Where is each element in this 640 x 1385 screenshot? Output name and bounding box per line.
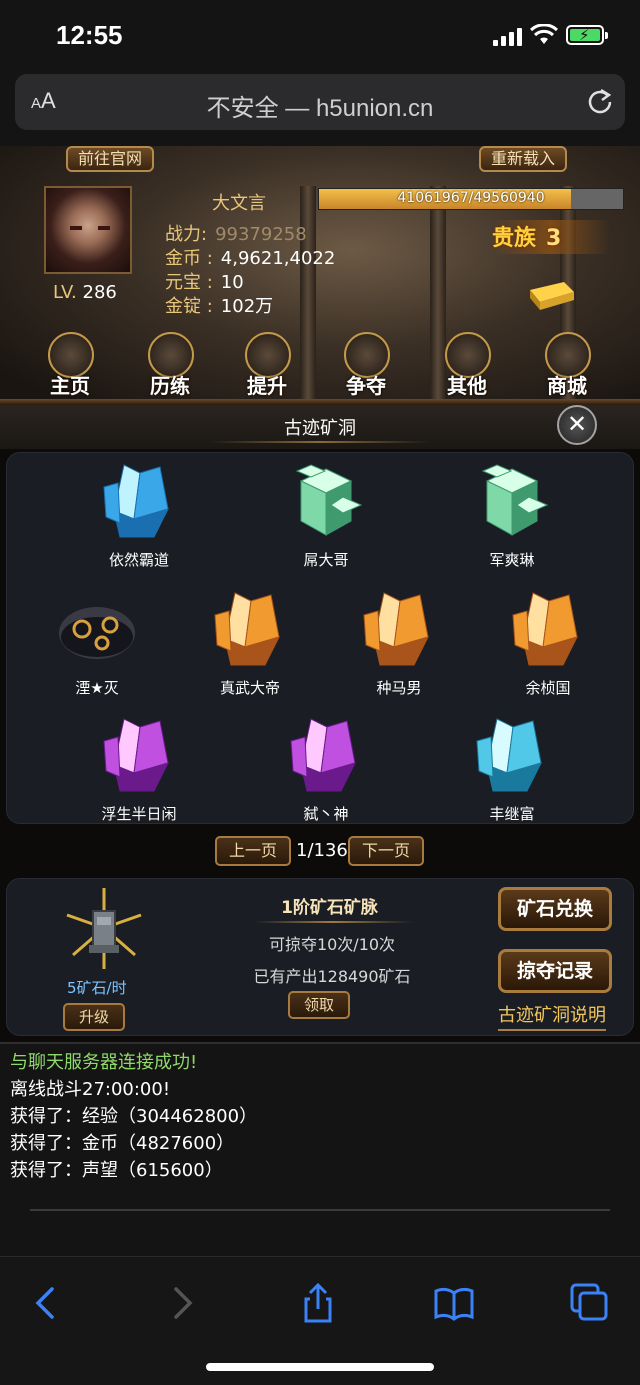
mine-owner-name: 屌大哥	[303, 551, 349, 569]
amber-icon	[363, 592, 429, 666]
mine-help-link[interactable]: 古迹矿洞说明	[498, 1001, 606, 1031]
chat-line: 获得了：经验（304462800）	[10, 1106, 258, 1127]
tabs-icon[interactable]	[568, 1281, 612, 1325]
official-site-button[interactable]: 前往官网	[66, 146, 155, 172]
mine-slot[interactable]: 军爽琳	[452, 457, 572, 570]
mine-owner-name: 丰继富	[489, 805, 535, 823]
close-icon: ✕	[566, 410, 588, 438]
yuanbao-stat: 元宝 :10	[165, 272, 244, 293]
mine-slot[interactable]: 种马男	[339, 585, 459, 698]
purple-icon	[103, 718, 169, 792]
noble-rank-badge[interactable]: 贵族 3	[492, 220, 610, 254]
mine-tower-icon	[66, 888, 142, 969]
pager: 上一页 1/136 下一页	[0, 836, 640, 868]
power-stat: 战力: 99379258	[165, 224, 307, 245]
nav-shop[interactable]: 商城	[535, 332, 599, 398]
nav-training[interactable]: 历练	[138, 332, 202, 398]
panel-title: 古迹矿洞	[284, 418, 356, 439]
share-icon[interactable]	[296, 1281, 340, 1325]
panel-header: 古迹矿洞	[0, 405, 640, 449]
nav-other[interactable]: 其他	[435, 332, 499, 398]
mine-slot[interactable]: 浮生半日闲	[79, 711, 199, 824]
mine-owner-name: 军爽琳	[489, 551, 535, 569]
mine-grid: 依然霸道 屌大哥 军爽琳 湮★灭 真武大帝 种马男 余桢国 浮生半日闲 弑丶神 …	[6, 452, 634, 824]
cyan-icon	[476, 718, 542, 792]
chat-log: 与聊天服务器连接成功! 离线战斗27:00:00! 获得了：经验（3044628…	[0, 1042, 640, 1256]
gold-stat: 金币 :4,9621,4022	[165, 248, 336, 269]
back-icon[interactable]	[24, 1281, 68, 1325]
url-text: 不安全 — h5union.cn	[206, 95, 434, 122]
home-indicator	[206, 1363, 434, 1371]
mine-slot[interactable]: 屌大哥	[266, 457, 386, 570]
mine-owner-name: 弑丶神	[303, 805, 349, 823]
gold-ingot-icon[interactable]	[522, 276, 576, 312]
ingot-stat: 金锭 :102万	[165, 296, 274, 317]
exp-bar: 41061967/49560940	[318, 188, 624, 210]
wifi-icon	[530, 24, 558, 44]
reload-icon[interactable]	[586, 87, 614, 115]
mine-slot[interactable]: 余桢国	[488, 585, 608, 698]
status-time: 12:55	[56, 20, 123, 50]
mine-slot[interactable]: 依然霸道	[79, 457, 199, 570]
mine-owner-name: 真武大帝	[219, 679, 280, 697]
claim-button[interactable]: 领取	[288, 991, 351, 1019]
upgrade-button[interactable]: 升级	[63, 1003, 126, 1031]
mine-rate: 5矿石/时	[67, 979, 127, 997]
mine-owner-name: 余桢国	[525, 679, 571, 697]
amber-icon	[512, 592, 578, 666]
exp-text: 41061967/49560940	[397, 190, 545, 206]
my-mine-panel: 5矿石/时 升级 1阶矿石矿脉 可掠夺10次/10次 已有产出128490矿石 …	[6, 878, 634, 1036]
jade-cube-icon	[295, 464, 363, 536]
chat-line: 离线战斗27:00:00!	[10, 1079, 171, 1100]
player-level: LV. 286	[53, 282, 117, 303]
mine-slot[interactable]: 弑丶神	[266, 711, 386, 824]
page-number: 1/136	[296, 840, 348, 861]
forward-icon[interactable]	[160, 1281, 204, 1325]
mine-owner-name: 种马男	[376, 679, 422, 697]
ore-exchange-button[interactable]: 矿石兑换	[498, 887, 612, 931]
battery-icon: ⚡	[566, 25, 608, 45]
mine-slot[interactable]: 丰继富	[452, 711, 572, 824]
game-view: 前往官网 重新载入 LV. 286 大文言 41061967/49560940 …	[0, 146, 640, 1256]
jade-cube-icon	[481, 464, 549, 536]
dark-ore-icon	[59, 607, 135, 659]
produced-ore: 已有产出128490矿石	[253, 967, 411, 986]
close-button[interactable]: ✕	[557, 405, 597, 445]
nav-home[interactable]: 主页	[38, 332, 102, 398]
mine-owner-name: 依然霸道	[108, 551, 169, 569]
blue-crystal-icon	[103, 464, 169, 538]
chat-line: 获得了：声望（615600）	[10, 1160, 223, 1181]
bookmarks-icon[interactable]	[432, 1281, 476, 1325]
next-page-button[interactable]: 下一页	[348, 836, 425, 866]
plunder-records-button[interactable]: 掠夺记录	[498, 949, 612, 993]
chat-line: 获得了：金币（4827600）	[10, 1133, 235, 1154]
cellular-signal-icon	[493, 28, 523, 46]
nav-contest[interactable]: 争夺	[334, 332, 398, 398]
player-name: 大文言	[212, 193, 266, 214]
mine-slot[interactable]: 真武大帝	[190, 585, 310, 698]
main-nav: 主页 历练 提升 争夺 其他 商城	[0, 332, 640, 398]
nav-upgrade[interactable]: 提升	[235, 332, 299, 398]
chat-line: 与聊天服务器连接成功!	[10, 1052, 198, 1073]
reload-game-button[interactable]: 重新载入	[479, 146, 568, 172]
status-bar: 12:55 ⚡	[0, 0, 640, 70]
address-bar[interactable]: AA 不安全 — h5union.cn	[15, 74, 625, 130]
purple-icon	[290, 718, 356, 792]
mine-owner-name: 湮★灭	[75, 679, 119, 697]
browser-address-area: AA 不安全 — h5union.cn	[0, 70, 640, 146]
mine-slot[interactable]: 湮★灭	[37, 585, 157, 698]
amber-icon	[214, 592, 280, 666]
prev-page-button[interactable]: 上一页	[215, 836, 292, 866]
mine-owner-name: 浮生半日闲	[101, 805, 177, 823]
plunder-count: 可掠夺10次/10次	[268, 935, 396, 954]
avatar[interactable]	[44, 186, 132, 274]
vein-name: 1阶矿石矿脉	[281, 898, 378, 918]
